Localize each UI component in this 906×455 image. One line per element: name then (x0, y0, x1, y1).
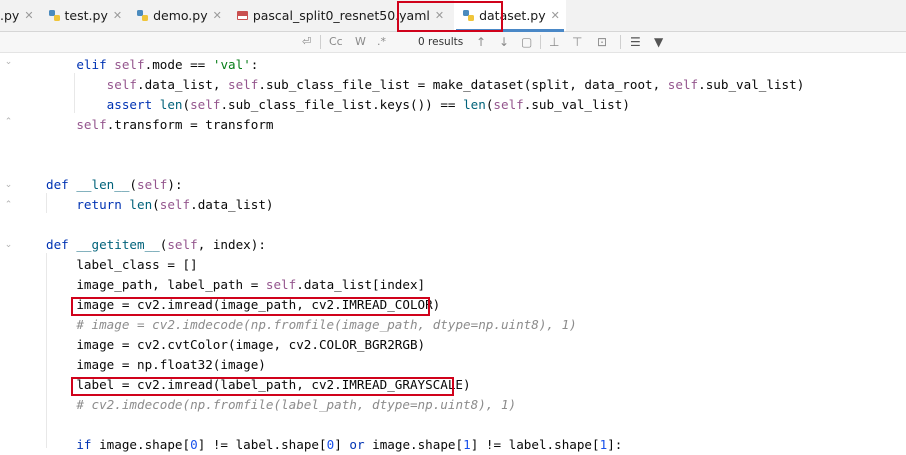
tab-demo-py[interactable]: demo.py ✕ (128, 0, 228, 31)
search-toolbar: ⏎ Cc W .* 0 results ↑ ↓ ▢ ⊥ ⊤ ⊡ ☰ ▼ (0, 32, 906, 53)
match-case-toggle[interactable]: Cc (329, 34, 343, 50)
select-all-occurrences-icon[interactable]: ▢ (521, 34, 532, 50)
fold-icon[interactable]: ⌄ (4, 181, 13, 190)
code-line: def __len__(self): (46, 177, 183, 192)
arrow-up-icon[interactable]: ↑ (476, 34, 486, 50)
close-icon[interactable]: ✕ (435, 9, 444, 22)
fold-icon[interactable]: ⌄ (4, 58, 13, 67)
code-line: return len(self.data_list) (76, 197, 274, 212)
python-file-icon (463, 10, 475, 21)
code-line: if image.shape[0] != label.shape[0] or i… (76, 437, 623, 452)
code-editor[interactable]: ⌄ ⌃ ⌄ ⌃ ⌄ elif self.mode == 'val': self.… (0, 53, 906, 452)
code-line: self.data_list, self.sub_class_file_list… (106, 77, 805, 92)
new-line-icon[interactable]: ⏎ (302, 34, 311, 50)
code-line: label = cv2.imread(label_path, cv2.IMREA… (46, 377, 471, 392)
tab-label: test.py (64, 8, 108, 23)
editor-tab-bar: .py ✕ test.py ✕ demo.py ✕ pascal_split0_… (0, 0, 906, 32)
tab-label: .py (0, 8, 20, 23)
search-results-count: 0 results (418, 36, 464, 48)
toggle-selection-icon[interactable]: ⊡ (597, 34, 607, 50)
words-toggle[interactable]: W (355, 34, 366, 50)
tab-partial-py[interactable]: .py ✕ (0, 0, 40, 31)
arrow-down-icon[interactable]: ↓ (499, 34, 509, 50)
close-icon[interactable]: ✕ (551, 9, 560, 22)
code-line: image_path, label_path = self.data_list[… (46, 277, 426, 292)
close-icon[interactable]: ✕ (113, 9, 122, 22)
tab-label: pascal_split0_resnet50.yaml (252, 8, 430, 23)
divider (620, 35, 621, 49)
tab-dataset-py[interactable]: dataset.py ✕ (454, 0, 566, 32)
filter-options-icon[interactable]: ☰ (630, 34, 641, 50)
divider (540, 35, 541, 49)
code-line: self.transform = transform (76, 117, 274, 132)
code-line: def __getitem__(self, index): (46, 237, 266, 252)
fold-icon[interactable]: ⌃ (4, 118, 13, 127)
remove-occurrence-icon[interactable]: ⊤ (572, 34, 582, 50)
editor-gutter: ⌄ ⌃ ⌄ ⌃ ⌄ (0, 53, 30, 448)
code-line: image = np.float32(image) (46, 357, 266, 372)
code-line: # cv2.imdecode(np.fromfile(label_path, d… (76, 397, 517, 412)
tab-test-py[interactable]: test.py ✕ (40, 0, 129, 31)
python-file-icon (137, 10, 149, 21)
code-line: assert len(self.sub_class_file_list.keys… (106, 97, 630, 112)
divider (320, 35, 321, 49)
code-line: elif self.mode == 'val': (76, 57, 259, 72)
filter-icon[interactable]: ▼ (654, 34, 663, 50)
fold-icon[interactable]: ⌄ (4, 241, 13, 250)
tab-pascal-yaml[interactable]: pascal_split0_resnet50.yaml ✕ (228, 0, 450, 31)
code-line: image = cv2.cvtColor(image, cv2.COLOR_BG… (46, 337, 426, 352)
code-line: label_class = [] (46, 257, 198, 272)
close-icon[interactable]: ✕ (24, 9, 33, 22)
tab-label: demo.py (153, 8, 208, 23)
code-line: # image = cv2.imdecode(np.fromfile(image… (76, 317, 577, 332)
close-icon[interactable]: ✕ (213, 9, 222, 22)
tab-label: dataset.py (479, 8, 546, 23)
regex-toggle[interactable]: .* (377, 34, 386, 50)
add-occurrence-icon[interactable]: ⊥ (549, 34, 559, 50)
fold-icon[interactable]: ⌃ (4, 201, 13, 210)
code-line: image = cv2.imread(image_path, cv2.IMREA… (46, 297, 441, 312)
yaml-file-icon (236, 11, 248, 20)
python-file-icon (48, 10, 60, 21)
